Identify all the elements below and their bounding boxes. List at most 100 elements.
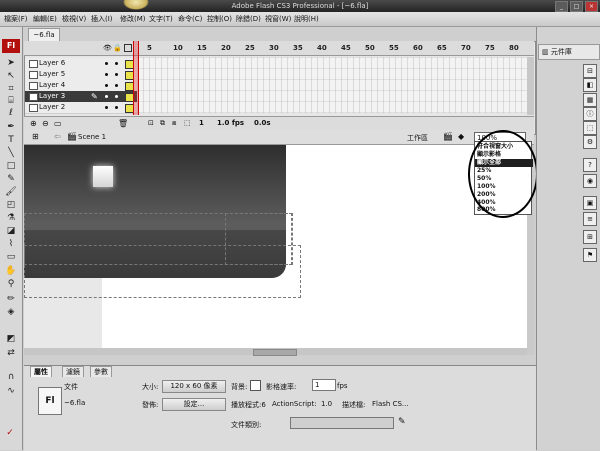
window-controls: _ □ × <box>555 1 598 12</box>
visibility-dot[interactable] <box>105 62 108 65</box>
fill-transform-tool-icon[interactable]: ◰ <box>4 200 18 211</box>
add-guide-icon[interactable]: ⊖ <box>42 119 49 128</box>
snap-icon[interactable]: ∩ <box>4 372 18 383</box>
lock-dot[interactable] <box>115 106 118 109</box>
transform-panel-icon[interactable]: ⬚ <box>583 121 597 135</box>
gradient-transform-tool-icon[interactable]: ⌸ <box>4 96 18 107</box>
insert-layer-icon[interactable]: ⊕ <box>30 119 37 128</box>
menu-debug[interactable]: 除錯(D) <box>234 13 263 25</box>
smooth-icon[interactable]: ∿ <box>4 386 18 397</box>
menu-control[interactable]: 控制(O) <box>205 13 234 25</box>
layer-name: Layer 4 <box>39 81 66 89</box>
timeline-scrollbar[interactable] <box>527 57 534 115</box>
brush-tool-icon[interactable]: 🖌 <box>4 187 18 198</box>
lock-icon[interactable]: 🔒 <box>113 44 122 52</box>
menu-edit[interactable]: 編輯(E) <box>31 13 59 25</box>
layer-row[interactable]: Layer 2 <box>25 102 137 114</box>
zoom-tool-icon[interactable]: ⚲ <box>4 279 18 290</box>
size-button[interactable]: 120 x 60 像素 <box>162 380 226 393</box>
free-transform-tool-icon[interactable]: ⌗ <box>4 84 18 95</box>
close-icon[interactable]: × <box>585 1 598 12</box>
visibility-dot[interactable] <box>105 84 108 87</box>
eraser-tool-icon[interactable]: ▭ <box>4 252 18 263</box>
tab-properties[interactable]: 屬性 <box>30 366 52 377</box>
text-tool-icon[interactable]: T <box>4 135 18 146</box>
output-panel-icon[interactable]: ≡ <box>583 212 597 226</box>
settings-button[interactable]: 設定... <box>162 398 226 411</box>
edit-scene-icon[interactable]: 🎬 <box>443 132 453 141</box>
back-arrow-icon[interactable]: ⇦ <box>54 132 61 141</box>
edit-symbol-icon[interactable]: ◆ <box>458 132 464 141</box>
hand-tool-icon[interactable]: ✋ <box>4 266 18 277</box>
scrollbar-thumb[interactable] <box>253 349 297 356</box>
behaviors-panel-icon[interactable]: ◉ <box>583 174 597 188</box>
visibility-dot[interactable] <box>105 73 108 76</box>
tab-parameters[interactable]: 參數 <box>90 366 112 377</box>
straighten-icon[interactable]: ✓ <box>3 428 17 439</box>
selection-tool-icon[interactable]: ➤ <box>4 58 18 69</box>
document-tab[interactable]: ~6.fla <box>28 28 60 41</box>
playhead[interactable] <box>133 41 139 115</box>
maximize-icon[interactable]: □ <box>570 1 583 12</box>
minimize-icon[interactable]: _ <box>555 1 568 12</box>
edit-multiple-icon[interactable]: ⬚ <box>184 119 191 127</box>
line-tool-icon[interactable]: ╲ <box>4 148 18 159</box>
pen-tool-icon[interactable]: ✒ <box>4 122 18 133</box>
stroke-color-icon[interactable]: ✏ <box>4 294 18 305</box>
onion-skin-icon[interactable]: ⧉ <box>160 119 165 128</box>
fill-color-icon[interactable]: ◈ <box>4 307 18 318</box>
menu-file[interactable]: 檔案(F) <box>2 13 30 25</box>
paint-bucket-tool-icon[interactable]: ◪ <box>4 226 18 237</box>
layer-name: Layer 6 <box>39 59 66 67</box>
menu-help[interactable]: 說明(H) <box>292 13 321 25</box>
frame-grid[interactable] <box>137 57 527 113</box>
current-frame: 1 <box>199 119 204 127</box>
swap-colors-icon[interactable]: ⇄ <box>4 348 18 359</box>
pencil-tool-icon[interactable]: ✎ <box>4 174 18 185</box>
menu-insert[interactable]: 插入(I) <box>89 13 115 25</box>
lock-dot[interactable] <box>115 73 118 76</box>
black-white-icon[interactable]: ◩ <box>4 334 18 345</box>
rectangle-tool-icon[interactable]: □ <box>4 161 18 172</box>
lasso-tool-icon[interactable]: ℓ <box>4 108 18 119</box>
framerate-input[interactable]: 1 <box>312 379 336 391</box>
debugger-panel-icon[interactable]: ⚑ <box>583 248 597 262</box>
scene-label[interactable]: Scene 1 <box>78 133 106 141</box>
subselection-tool-icon[interactable]: ↖ <box>4 71 18 82</box>
center-frame-icon[interactable]: ⊡ <box>148 119 154 127</box>
actions-panel-icon[interactable]: ⚙ <box>583 135 597 149</box>
delete-layer-icon[interactable]: 🗑 <box>118 119 128 128</box>
timeline-toggle-icon[interactable]: ⊞ <box>32 132 39 141</box>
insert-folder-icon[interactable]: ▭ <box>54 119 62 128</box>
lock-dot[interactable] <box>115 95 118 98</box>
background-color-swatch[interactable] <box>250 380 261 391</box>
ink-bottle-tool-icon[interactable]: ⚗ <box>4 213 18 224</box>
doc-class-input[interactable] <box>290 417 394 429</box>
menu-window[interactable]: 視窗(W) <box>263 13 293 25</box>
lock-dot[interactable] <box>115 84 118 87</box>
workspace-dropdown[interactable]: 工作區 <box>407 133 428 143</box>
eye-icon[interactable]: 👁 <box>103 44 112 52</box>
eyedropper-tool-icon[interactable]: ⌇ <box>4 239 18 250</box>
menu-view[interactable]: 檢視(V) <box>60 13 88 25</box>
onion-outline-icon[interactable]: ⧈ <box>172 119 176 128</box>
swatches-panel-icon[interactable]: ▦ <box>583 93 597 107</box>
movie-explorer-icon[interactable]: ⊞ <box>583 230 597 244</box>
outline-icon[interactable] <box>124 44 132 52</box>
color-panel-icon[interactable]: ◧ <box>583 78 597 92</box>
menu-modify[interactable]: 修改(M) <box>118 13 148 25</box>
lock-dot[interactable] <box>115 62 118 65</box>
glow-square[interactable] <box>93 166 113 187</box>
visibility-dot[interactable] <box>105 95 108 98</box>
menu-commands[interactable]: 命令(C) <box>176 13 204 25</box>
fps-unit: fps <box>337 382 348 390</box>
components-panel-icon[interactable]: ▣ <box>583 196 597 210</box>
edit-class-pencil-icon[interactable]: ✎ <box>398 417 406 427</box>
library-panel-tab[interactable]: ▥ 元件庫 <box>538 44 600 60</box>
align-panel-icon[interactable]: ⊟ <box>583 64 597 78</box>
visibility-dot[interactable] <box>105 106 108 109</box>
info-panel-icon[interactable]: ⓘ <box>583 107 597 121</box>
menu-text[interactable]: 文字(T) <box>147 13 175 25</box>
tab-filters[interactable]: 濾鏡 <box>62 366 84 377</box>
help-panel-icon[interactable]: ? <box>583 158 597 172</box>
